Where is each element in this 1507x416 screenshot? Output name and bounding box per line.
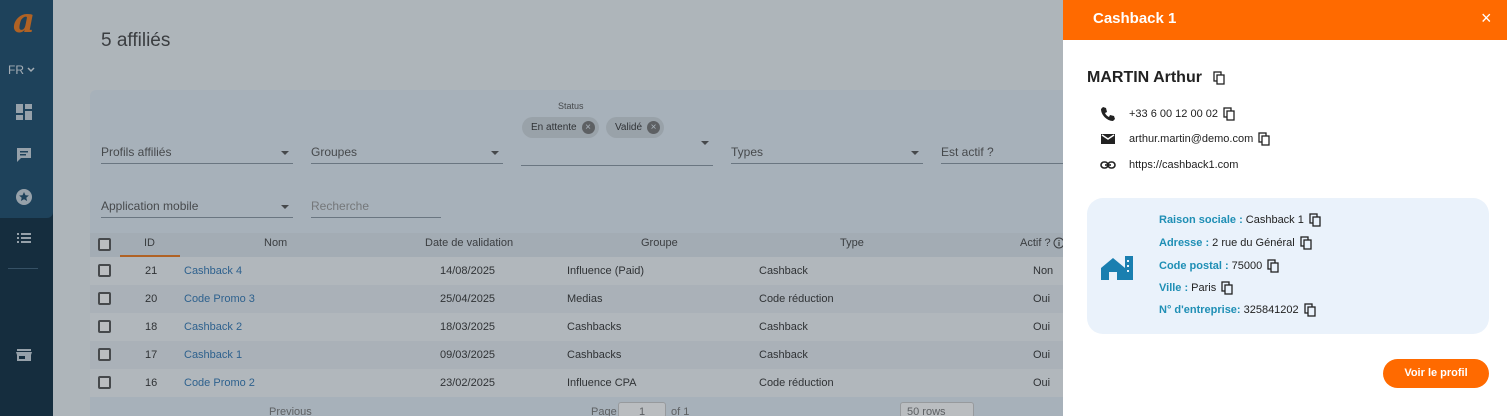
raison-sociale-value: Cashback 1 [1245, 214, 1304, 226]
copy-icon[interactable] [1267, 259, 1279, 273]
adresse-value: 2 rue du Général [1212, 237, 1295, 249]
view-profile-button[interactable]: Voir le profil [1383, 359, 1489, 388]
raison-sociale-label: Raison sociale : [1159, 214, 1243, 226]
affiliate-name: MARTIN Arthur [1087, 69, 1202, 86]
email-row: arthur.martin@demo.com [1099, 130, 1270, 148]
drawer-header: Cashback 1 × [1063, 0, 1507, 40]
numero-entreprise-row: N° d'entreprise: 325841202 [1159, 303, 1316, 317]
copy-icon[interactable] [1223, 107, 1235, 121]
code-postal-row: Code postal : 75000 [1159, 259, 1279, 273]
phone-row: +33 6 00 12 00 02 [1099, 105, 1235, 123]
phone-value: +33 6 00 12 00 02 [1129, 108, 1218, 120]
detail-drawer: Cashback 1 × MARTIN Arthur +33 6 00 12 0… [1063, 0, 1507, 416]
copy-icon[interactable] [1221, 281, 1233, 295]
adresse-label: Adresse : [1159, 237, 1210, 249]
numero-entreprise-value: 325841202 [1243, 304, 1299, 316]
adresse-row: Adresse : 2 rue du Général [1159, 236, 1312, 250]
raison-sociale-row: Raison sociale : Cashback 1 [1159, 213, 1321, 227]
building-icon [1101, 256, 1133, 280]
numero-entreprise-label: N° d'entreprise: [1159, 304, 1241, 316]
modal-overlay[interactable] [0, 0, 1063, 416]
copy-icon[interactable] [1304, 303, 1316, 317]
affiliate-name-row: MARTIN Arthur [1087, 69, 1225, 87]
ville-value: Paris [1191, 282, 1217, 294]
app: a FR 5 affiliés Profils affiliés Groupes… [0, 0, 1507, 416]
phone-icon [1101, 107, 1115, 121]
ville-row: Ville : Paris [1159, 281, 1233, 295]
code-postal-label: Code postal : [1159, 260, 1229, 272]
company-card: Raison sociale : Cashback 1 Adresse : 2 … [1087, 198, 1489, 334]
code-postal-value: 75000 [1231, 260, 1263, 272]
drawer-title: Cashback 1 [1093, 10, 1177, 27]
copy-icon[interactable] [1213, 71, 1225, 85]
link-icon [1100, 161, 1116, 169]
website-row: https://cashback1.com [1099, 156, 1238, 174]
email-value[interactable]: arthur.martin@demo.com [1129, 133, 1253, 145]
copy-icon[interactable] [1309, 213, 1321, 227]
close-icon[interactable]: × [1481, 8, 1492, 29]
mail-icon [1101, 134, 1115, 144]
website-value[interactable]: https://cashback1.com [1129, 159, 1238, 171]
copy-icon[interactable] [1258, 132, 1270, 146]
copy-icon[interactable] [1300, 236, 1312, 250]
ville-label: Ville : [1159, 282, 1189, 294]
